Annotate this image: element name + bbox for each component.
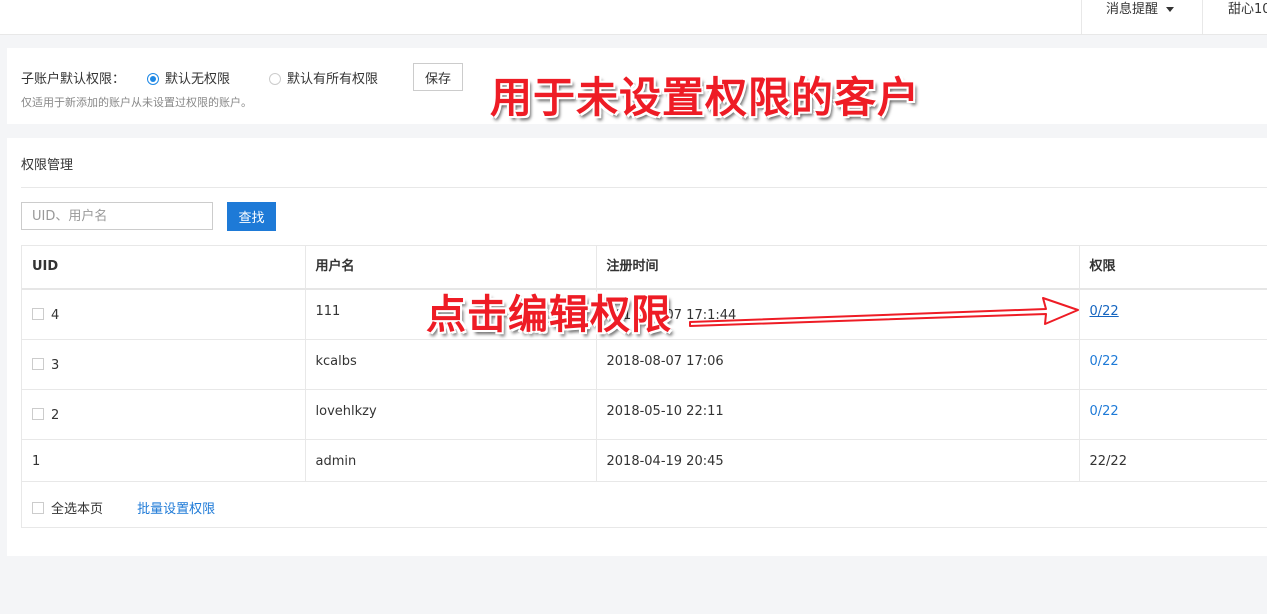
save-button[interactable]: 保存 <box>413 63 463 91</box>
permission-edit-link[interactable]: 0/22 <box>1090 404 1119 419</box>
table-row: 2 lovehlkzy 2018-05-10 22:11 0/22 <box>22 389 1267 440</box>
search-input[interactable] <box>21 202 213 230</box>
row-checkbox[interactable] <box>32 358 44 370</box>
divider <box>21 187 1267 188</box>
top-bar: 消息提醒 甜心10 <box>0 0 1267 35</box>
username-cell: kcalbs <box>315 354 357 369</box>
messages-menu[interactable]: 消息提醒 <box>1081 0 1202 34</box>
select-all[interactable]: 全选本页 <box>32 502 103 517</box>
select-all-checkbox[interactable] <box>32 502 44 514</box>
table-row: 3 kcalbs 2018-08-07 17:06 0/22 <box>22 339 1267 390</box>
select-all-label: 全选本页 <box>51 502 104 517</box>
default-permission-label: 子账户默认权限： <box>21 72 126 87</box>
registered-cell: 2018-05-10 22:11 <box>606 404 724 419</box>
uid-cell: 3 <box>51 358 60 373</box>
radio-default-none-label: 默认无权限 <box>165 72 231 87</box>
chevron-down-icon <box>1166 7 1175 12</box>
radio-default-all-label: 默认有所有权限 <box>287 72 379 87</box>
permission-edit-link[interactable]: 0/22 <box>1090 354 1119 369</box>
uid-cell: 4 <box>51 308 60 323</box>
search-button[interactable]: 查找 <box>227 202 276 231</box>
uid-cell: 1 <box>32 454 41 469</box>
registered-cell: 2018-08-07 17:06 <box>606 354 724 369</box>
radio-checked-icon <box>147 73 159 85</box>
radio-default-all[interactable]: 默认有所有权限 <box>269 68 378 87</box>
column-header-permission: 权限 <box>1079 246 1267 290</box>
messages-label: 消息提醒 <box>1106 2 1159 17</box>
permission-management-panel: 权限管理 查找 UID 用户名 注册时间 权限 4 111 2018-08-07… <box>7 138 1267 556</box>
annotation-top-note: 用于未设置权限的客户 <box>490 73 921 122</box>
username-cell: admin <box>315 454 357 469</box>
registered-cell: 2018-08-07 17:1:44 <box>606 308 737 323</box>
annotation-edit-note: 点击编辑权限 <box>426 292 672 338</box>
uid-cell: 2 <box>51 408 60 423</box>
table-row: 1 admin 2018-04-19 20:45 22/22 <box>22 439 1267 482</box>
table-footer-row: 全选本页 批量设置权限 <box>22 482 1267 545</box>
default-permission-hint: 仅适用于新添加的账户从未设置过权限的账户。 <box>21 96 252 109</box>
panel-title: 权限管理 <box>21 158 74 173</box>
column-header-uid: UID <box>22 246 306 290</box>
permission-edit-link[interactable]: 0/22 <box>1090 304 1119 319</box>
radio-unchecked-icon <box>269 73 281 85</box>
permission-value: 22/22 <box>1089 454 1127 469</box>
radio-default-none[interactable]: 默认无权限 <box>147 68 230 87</box>
username-cell: lovehlkzy <box>315 404 377 419</box>
row-checkbox[interactable] <box>32 408 44 420</box>
registered-cell: 2018-04-19 20:45 <box>606 454 724 469</box>
batch-set-permission-link[interactable]: 批量设置权限 <box>137 502 215 517</box>
user-menu[interactable]: 甜心10 <box>1202 0 1267 34</box>
user-label: 甜心10 <box>1228 2 1267 17</box>
row-checkbox[interactable] <box>32 308 44 320</box>
